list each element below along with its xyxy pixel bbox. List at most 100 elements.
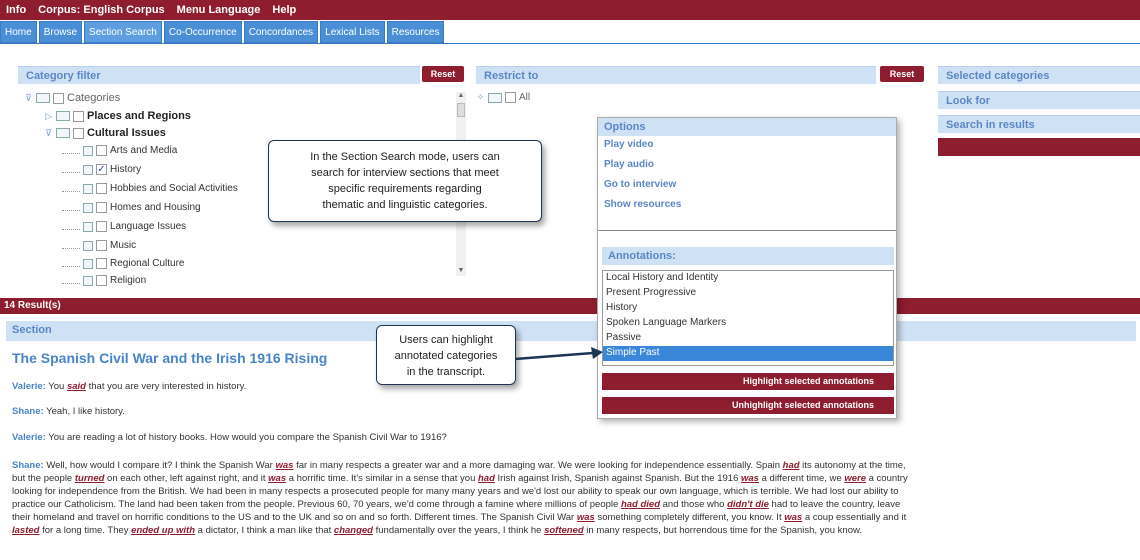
menu-language[interactable]: Menu Language	[177, 4, 261, 16]
speaker: Valerie:	[12, 381, 46, 392]
annotation-option[interactable]: Spoken Language Markers	[603, 316, 893, 331]
checkbox[interactable]	[96, 183, 107, 194]
callout-line: thematic and linguistic categories.	[322, 199, 488, 211]
arrow-icon	[515, 347, 603, 361]
tab-co-occurrence[interactable]: Co-Occurrence	[163, 21, 242, 43]
tab-concordances[interactable]: Concordances	[243, 21, 319, 43]
highlight-annotations-button[interactable]: Highlight selected annotations	[602, 373, 894, 390]
text: looking for independence from the Britis…	[12, 486, 899, 497]
scroll-thumb[interactable]	[457, 103, 465, 117]
subitem-label: Arts and Media	[110, 145, 178, 156]
tree-item-cultural[interactable]: ⊽ Cultural Issues	[44, 127, 166, 139]
text: far in many respects a greater war and a…	[293, 460, 783, 471]
restrict-reset-button[interactable]: Reset	[880, 66, 924, 82]
tab-browse[interactable]: Browse	[38, 21, 83, 43]
checkbox-checked[interactable]: ✓	[96, 164, 107, 175]
text: a country	[866, 473, 908, 484]
checkbox[interactable]	[73, 127, 84, 139]
annotation-option[interactable]: Passive	[603, 331, 893, 346]
highlighted-word: softened	[544, 525, 584, 536]
checkbox[interactable]	[96, 240, 107, 251]
subitem-label: Music	[110, 240, 137, 251]
show-resources-link[interactable]: Show resources	[598, 196, 896, 216]
menu-help[interactable]: Help	[272, 4, 296, 16]
text: a dictator, I think a man like that	[195, 525, 334, 536]
highlighted-word: was	[268, 473, 287, 484]
subitem-label: History	[110, 164, 142, 175]
tree-line	[62, 148, 80, 154]
tree-item-places[interactable]: ▷ Places and Regions	[44, 110, 191, 122]
text: practice our Catholicism. The land had b…	[12, 499, 621, 510]
annotation-option[interactable]: History	[603, 301, 893, 316]
callout-line: Users can highlight	[399, 334, 493, 346]
restrict-all[interactable]: ✧ All	[476, 92, 530, 103]
play-audio-link[interactable]: Play audio	[598, 156, 896, 176]
annotation-option-selected[interactable]: Simple Past	[603, 346, 893, 361]
folder-icon	[56, 128, 70, 138]
tab-section-search[interactable]: Section Search	[84, 21, 162, 43]
result-title[interactable]: The Spanish Civil War and the Irish 1916…	[12, 350, 327, 366]
category-reset-button[interactable]: Reset	[422, 66, 464, 82]
doc-icon	[83, 275, 93, 286]
tree-subitem-language[interactable]: Language Issues	[62, 221, 186, 232]
text: for a long time. They	[39, 525, 132, 536]
checkbox[interactable]	[96, 258, 107, 269]
search-in-results-bar[interactable]	[938, 138, 1140, 156]
text: a horrific time. It's similar in a sense…	[286, 473, 478, 484]
collapse-icon[interactable]: ▷	[44, 111, 53, 122]
callout-line: search for interview sections that meet	[311, 167, 499, 179]
look-for-header[interactable]: Look for	[938, 91, 1140, 109]
annotation-option[interactable]: Local History and Identity	[603, 271, 893, 286]
annotations-list[interactable]: Local History and Identity Present Progr…	[602, 270, 894, 366]
highlighted-word: had died	[620, 499, 660, 510]
selected-categories-header[interactable]: Selected categories	[938, 66, 1140, 84]
tree-subitem-music[interactable]: Music	[62, 240, 136, 251]
annotation-option[interactable]: Present Progressive	[603, 286, 893, 301]
folder-icon	[488, 92, 502, 103]
tree-item-label: Places and Regions	[87, 110, 191, 122]
results-count-bar: 14 Result(s)	[0, 298, 1140, 314]
scroll-down-icon[interactable]: ▼	[456, 267, 466, 274]
checkbox[interactable]	[505, 92, 516, 103]
expand-icon[interactable]: ⊽	[44, 128, 53, 139]
tree-subitem-arts[interactable]: Arts and Media	[62, 145, 177, 156]
tree-line	[62, 167, 80, 173]
search-in-results-header[interactable]: Search in results	[938, 115, 1140, 133]
checkbox[interactable]	[53, 92, 64, 104]
checkbox[interactable]	[96, 145, 107, 156]
checkbox[interactable]	[96, 202, 107, 213]
menu-info[interactable]: Info	[6, 4, 26, 16]
unhighlight-annotations-button[interactable]: Unhighlight selected annotations	[602, 397, 894, 414]
expand-icon[interactable]: ✧	[476, 92, 485, 103]
highlighted-word: said	[66, 381, 86, 392]
tree-subitem-religion[interactable]: Religion	[62, 275, 146, 286]
checkbox[interactable]	[96, 221, 107, 232]
menu-corpus[interactable]: Corpus: English Corpus	[38, 4, 165, 16]
speaker: Shane:	[12, 406, 44, 417]
text: their homeland and travel on horrific co…	[12, 512, 577, 523]
highlighted-word: had	[478, 473, 495, 484]
tab-resources[interactable]: Resources	[386, 21, 445, 43]
subitem-label: Language Issues	[110, 221, 187, 232]
tree-subitem-regional[interactable]: Regional Culture	[62, 258, 185, 269]
scroll-up-icon[interactable]: ▲	[456, 92, 466, 99]
text: something completely different, you know…	[594, 512, 785, 523]
play-video-link[interactable]: Play video	[598, 136, 896, 156]
tab-lexical-lists[interactable]: Lexical Lists	[320, 21, 385, 43]
tree-subitem-history[interactable]: ✓ History	[62, 164, 141, 175]
tree-subitem-hobbies[interactable]: Hobbies and Social Activities	[62, 183, 238, 194]
tree-root[interactable]: ⊽ Categories	[24, 92, 120, 104]
tab-home[interactable]: Home	[0, 21, 37, 43]
highlighted-word: was	[576, 512, 595, 523]
checkbox[interactable]	[73, 110, 84, 122]
doc-icon	[83, 164, 93, 175]
highlighted-word: had	[782, 460, 800, 471]
speaker: Valerie:	[12, 432, 46, 443]
tree-line	[62, 278, 80, 284]
go-to-interview-link[interactable]: Go to interview	[598, 176, 896, 196]
tree-subitem-homes[interactable]: Homes and Housing	[62, 202, 201, 213]
tree-root-label: Categories	[67, 92, 121, 104]
expand-icon[interactable]: ⊽	[24, 93, 33, 104]
tree-line	[62, 243, 80, 249]
checkbox[interactable]	[96, 275, 107, 286]
